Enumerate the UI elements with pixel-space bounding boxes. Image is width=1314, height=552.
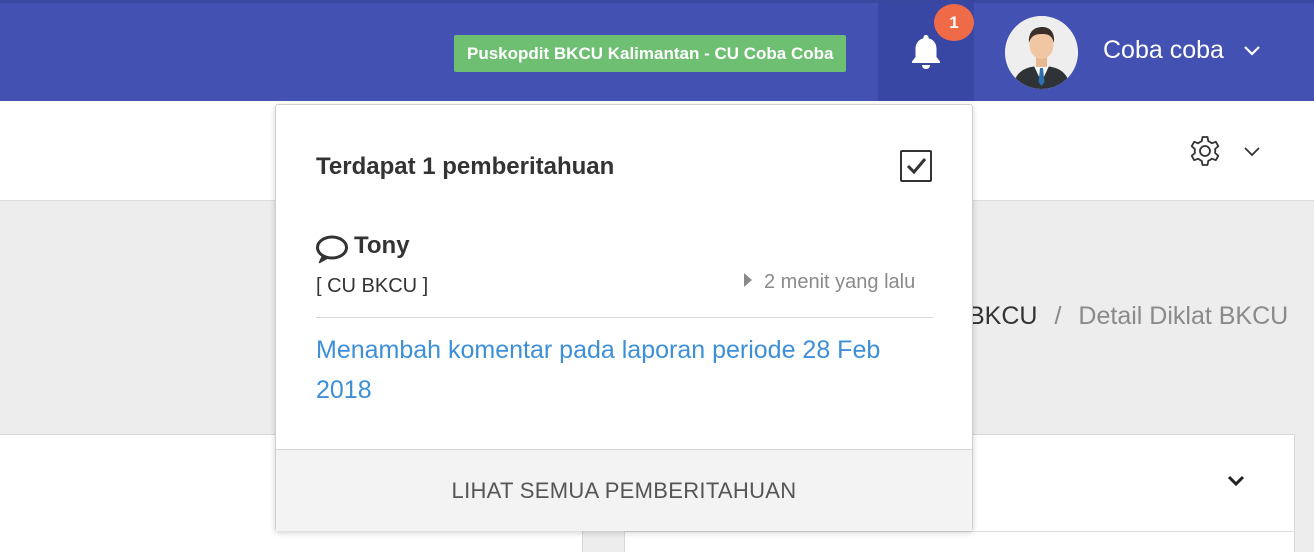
header-top-edge <box>0 0 1314 3</box>
breadcrumb-separator: / <box>1054 302 1062 330</box>
avatar[interactable] <box>1005 16 1078 89</box>
comment-icon <box>316 235 348 264</box>
notifications-dropdown: Terdapat 1 pemberitahuan Tony [ CU BKCU … <box>275 104 973 531</box>
user-name[interactable]: Coba coba <box>1103 36 1224 65</box>
breadcrumb: BKCU / Detail Diklat BKCU <box>968 302 1288 331</box>
notification-time-text: 2 menit yang lalu <box>764 271 916 293</box>
chevron-down-icon[interactable] <box>1242 44 1262 58</box>
bell-icon <box>912 35 940 69</box>
notification-message-link[interactable]: Menambah komentar pada laporan periode 2… <box>316 330 926 410</box>
see-all-notifications-button[interactable]: LIHAT SEMUA PEMBERITAHUAN <box>276 449 972 531</box>
breadcrumb-item[interactable]: BKCU <box>968 302 1037 330</box>
notification-org: [ CU BKCU ] <box>316 275 429 297</box>
notification-time: 2 menit yang lalu <box>744 271 915 294</box>
gear-icon[interactable] <box>1187 134 1223 170</box>
user-avatar-icon <box>1005 16 1078 89</box>
breadcrumb-current: Detail Diklat BKCU <box>1078 302 1289 330</box>
mark-all-read-button[interactable] <box>900 150 932 182</box>
check-square-icon <box>906 158 927 175</box>
notification-sender: Tony <box>354 232 410 259</box>
caret-right-icon <box>744 273 752 287</box>
settings-chevron-down-icon[interactable] <box>1242 146 1262 158</box>
notification-divider <box>316 317 933 318</box>
notification-count-badge: 1 <box>934 4 974 41</box>
notifications-title: Terdapat 1 pemberitahuan <box>316 153 615 180</box>
collapse-chevron-icon[interactable] <box>1225 473 1247 489</box>
organization-badge[interactable]: Puskopdit BKCU Kalimantan - CU Coba Coba <box>454 35 847 72</box>
